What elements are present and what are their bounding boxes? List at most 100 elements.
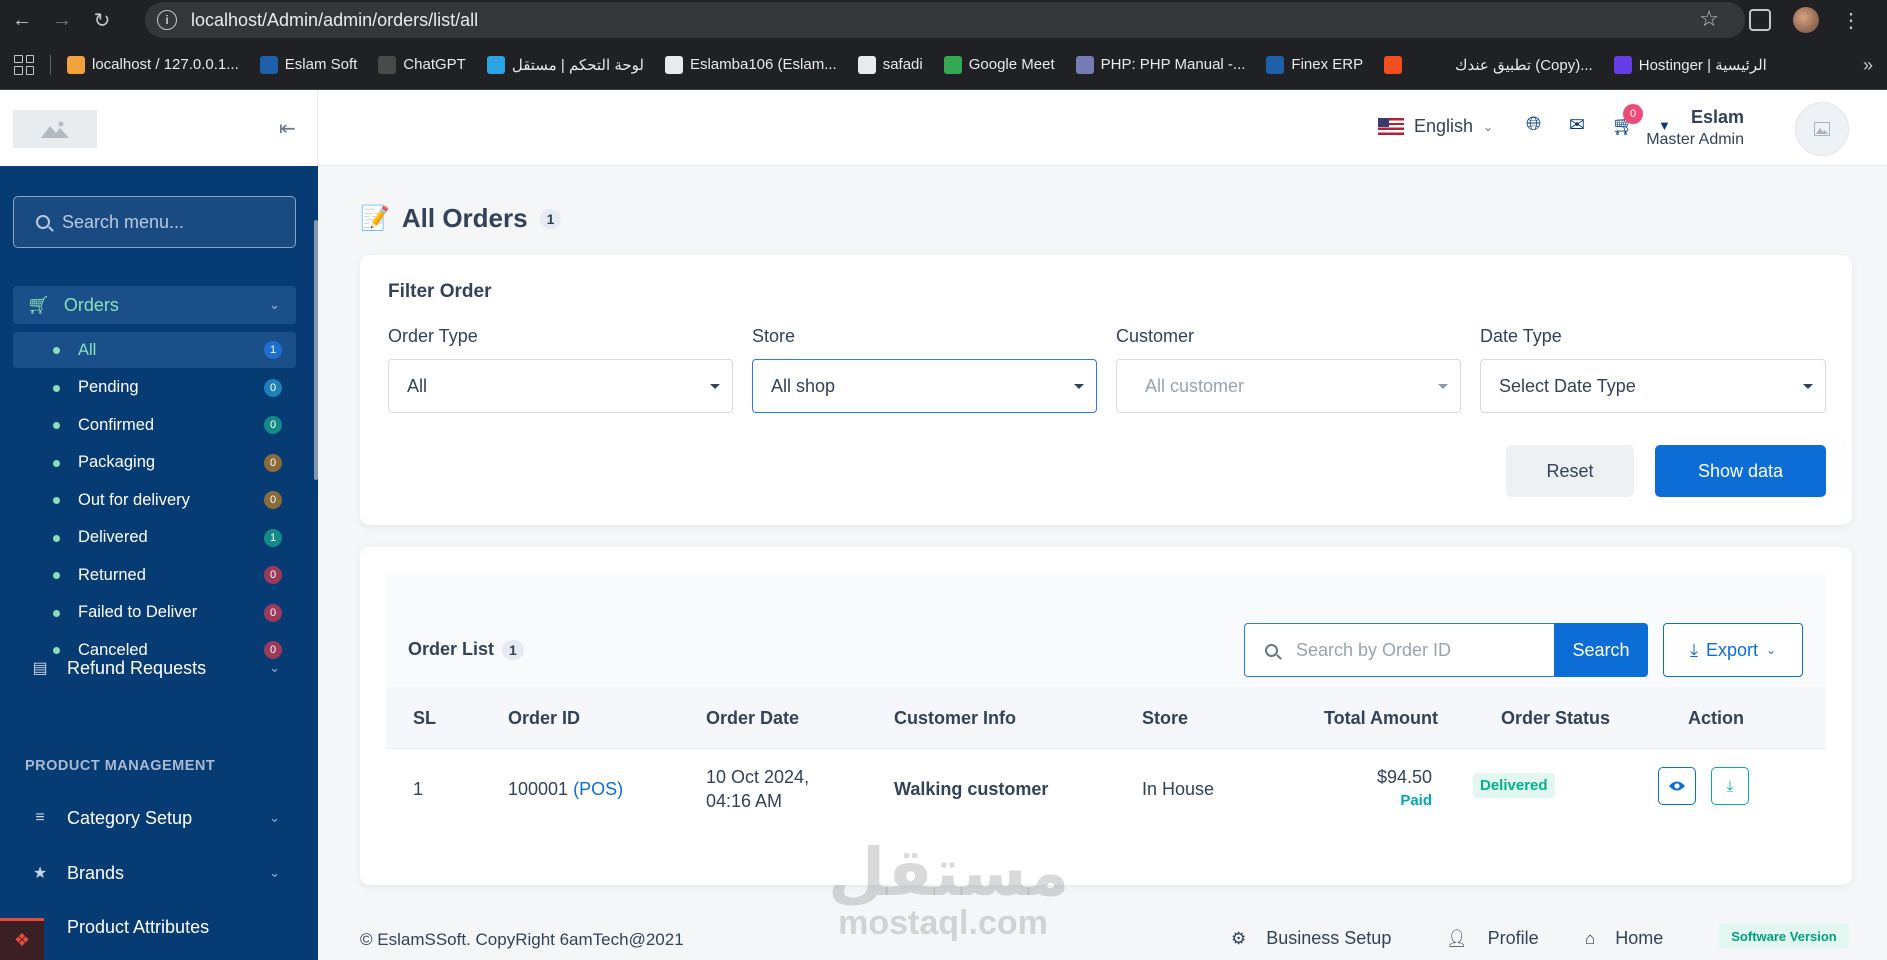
sidebar-item-brands[interactable]: ★ Brands ⌄ (13, 853, 296, 893)
bookmark-star-icon[interactable]: ☆ (1699, 6, 1719, 32)
column-header[interactable]: Customer Info (894, 708, 1016, 729)
avatar[interactable] (1795, 102, 1849, 156)
order-date-line1: 10 Oct 2024, (706, 767, 810, 787)
extensions-icon[interactable] (1749, 9, 1771, 31)
sidebar-scrollbar[interactable] (314, 220, 318, 480)
bullet-dot-icon (53, 459, 60, 467)
bookmark-item[interactable]: PHP: PHP Manual -... (1075, 55, 1245, 74)
bookmark-item[interactable]: safadi (857, 55, 923, 74)
bookmark-item[interactable]: Google Meet (943, 55, 1055, 74)
order-type-label: Order Type (388, 326, 478, 346)
bookmark-item[interactable]: Eslamba106 (Eslam... (664, 55, 837, 74)
footer: © EslamSSoft. CopyRight 6amTech@2021 ⚙ B… (318, 915, 1887, 960)
order-search-input[interactable]: Search by Order ID (1244, 623, 1554, 677)
forward-arrow-icon[interactable]: → (44, 2, 80, 38)
document-icon: ▤ (32, 660, 48, 677)
collapse-sidebar-icon[interactable]: ⇤ (279, 116, 296, 141)
bookmark-item[interactable]: لوحة التحكم | مستقل (486, 55, 644, 74)
gear-icon: ⚙ (1231, 928, 1247, 948)
bookmark-item[interactable]: Hostinger | الرئيسية (1613, 55, 1767, 74)
customer-placeholder: All customer (1145, 375, 1245, 396)
table-header: SL Order ID Order Date Customer Info Sto… (386, 687, 1826, 749)
us-flag-icon (1378, 118, 1404, 135)
sidebar-subitem[interactable]: Confirmed 0 (13, 407, 296, 445)
reload-icon[interactable]: ↻ (84, 2, 120, 38)
sidebar-item-orders[interactable]: 🛒︎ Orders ⌄ (13, 286, 296, 324)
bookmark-item[interactable]: Finex ERP (1266, 55, 1363, 74)
export-button[interactable]: ⤓ Export ⌄ (1663, 623, 1803, 677)
bookmark-favicon-icon (943, 55, 962, 74)
bookmark-favicon-icon (857, 55, 876, 74)
subitem-count-badge: 0 (264, 416, 282, 435)
chrome-menu-icon[interactable]: ⋮ (1841, 8, 1861, 33)
reset-button[interactable]: Reset (1506, 445, 1634, 497)
user-info[interactable]: Eslam Master Admin (1646, 107, 1744, 149)
bookmark-favicon-icon (259, 55, 278, 74)
column-header[interactable]: Order Status (1501, 708, 1610, 729)
search-button[interactable]: Search (1554, 623, 1648, 677)
business-setup-link[interactable]: ⚙ Business Setup (1231, 928, 1391, 949)
profile-avatar[interactable] (1793, 7, 1819, 33)
bookmark-label: لوحة التحكم | مستقل (511, 56, 644, 74)
bookmark-item[interactable]: localhost / 127.0.0.1... (67, 55, 239, 74)
sidebar-subitem[interactable]: Packaging 0 (13, 444, 296, 482)
sidebar-subitem[interactable]: Pending 0 (13, 369, 296, 407)
column-header[interactable]: Order Date (706, 708, 799, 729)
language-selector[interactable]: English ⌄ (1378, 116, 1493, 137)
order-id-link[interactable]: 100001 (POS) (508, 779, 623, 800)
cart-icon: 🛒︎ (27, 294, 50, 315)
bookmark-item[interactable]: ChatGPT (378, 55, 466, 74)
view-order-button[interactable] (1658, 767, 1696, 805)
download-icon: ⤓ (1689, 639, 1698, 660)
language-label: English (1414, 116, 1474, 136)
mail-icon[interactable]: ✉ (1569, 114, 1585, 137)
subitem-label: Delivered (78, 528, 148, 547)
globe-icon[interactable]: 🌐︎ (1526, 114, 1541, 136)
profile-link[interactable]: 👤︎ Profile (1446, 928, 1539, 949)
column-header[interactable]: SL (413, 708, 436, 729)
sidebar-subitem[interactable]: Returned 0 (13, 557, 296, 595)
column-header[interactable]: Total Amount (1324, 708, 1438, 729)
sidebar-subitem[interactable]: All 1 (13, 332, 296, 368)
date-type-select[interactable]: Select Date Type (1480, 359, 1826, 413)
customer-select[interactable]: All customer (1116, 359, 1461, 413)
subitem-label: Failed to Deliver (78, 603, 198, 622)
column-header[interactable]: Action (1688, 708, 1744, 729)
page-title: 📝 All Orders 1 (360, 203, 562, 234)
sidebar: ⇤ Search menu... 🛒︎ Orders ⌄ All 1 Pending… (0, 90, 318, 960)
logo-placeholder-icon[interactable] (13, 110, 97, 148)
filter-order-card: Filter Order Order Type All Store All sh… (360, 255, 1852, 525)
column-header[interactable]: Order ID (508, 708, 580, 729)
notepad-icon: 📝 (360, 205, 390, 232)
sidebar-item-label: Product Attributes (67, 916, 210, 937)
sidebar-item-category-setup[interactable]: ≡ Category Setup ⌄ (13, 798, 296, 838)
menu-search-input[interactable]: Search menu... (13, 196, 296, 248)
bookmark-item[interactable] (1384, 55, 1409, 74)
home-link[interactable]: ⌂ Home (1585, 928, 1663, 949)
bullet-dot-icon (53, 422, 60, 430)
address-bar[interactable]: i localhost/Admin/admin/orders/list/all … (145, 2, 1745, 38)
site-info-icon[interactable]: i (157, 10, 177, 30)
show-data-button[interactable]: Show data (1655, 445, 1826, 497)
more-bookmarks-icon[interactable]: » (1863, 55, 1873, 76)
store-select[interactable]: All shop (752, 359, 1097, 413)
sidebar-subitem[interactable]: Delivered 1 (13, 519, 296, 557)
sidebar-item-product-attributes[interactable]: Product Attributes (13, 907, 296, 947)
apps-grid-icon[interactable] (14, 54, 34, 75)
download-invoice-button[interactable]: ⤓ (1711, 767, 1749, 805)
subitem-count-badge: 0 (264, 453, 282, 472)
sidebar-item-refund-requests[interactable]: ▤ Refund Requests ⌄ (13, 648, 296, 688)
bookmark-item[interactable]: تطبيق عندك (Copy)... (1430, 55, 1593, 74)
row-sl: 1 (413, 779, 424, 799)
laravel-logo-icon[interactable]: ❖ (0, 918, 44, 960)
back-arrow-icon[interactable]: ← (4, 2, 40, 38)
column-header[interactable]: Store (1142, 708, 1188, 729)
bookmark-label: localhost / 127.0.0.1... (92, 56, 239, 73)
bookmark-favicon-icon (1266, 55, 1285, 74)
customer-name[interactable]: Walking customer (894, 779, 1048, 800)
bookmark-item[interactable]: Eslam Soft (259, 55, 357, 74)
order-type-select[interactable]: All (388, 359, 733, 413)
sidebar-subitem[interactable]: Out for delivery 0 (13, 482, 296, 520)
bookmark-favicon-icon (378, 55, 397, 74)
sidebar-subitem[interactable]: Failed to Deliver 0 (13, 594, 296, 632)
